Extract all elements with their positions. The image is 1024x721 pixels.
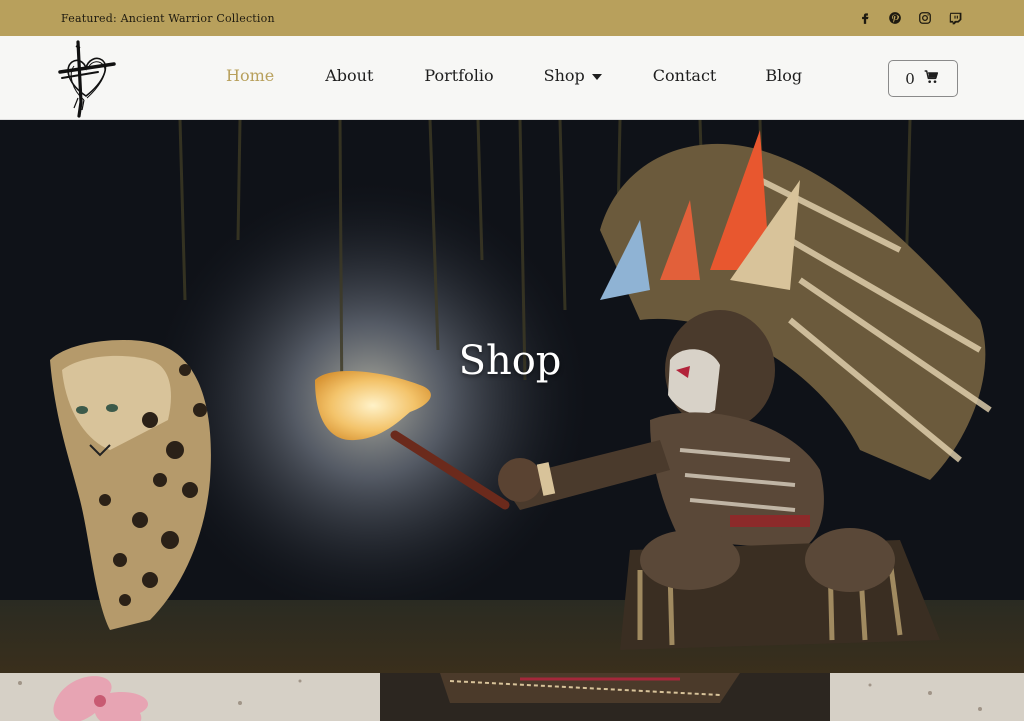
nav-item-about[interactable]: About (325, 66, 373, 85)
site-header: Home About Portfolio Shop Contact Blog 0 (0, 36, 1024, 120)
cart-icon (923, 69, 941, 89)
hero-title: Shop (458, 338, 562, 384)
pinterest-icon[interactable] (887, 11, 902, 26)
instagram-icon[interactable] (917, 11, 932, 26)
nav-item-shop[interactable]: Shop (544, 66, 602, 85)
cart-count: 0 (905, 69, 915, 88)
site-logo[interactable] (54, 38, 118, 118)
hero-painting (0, 120, 1024, 673)
facebook-icon[interactable] (857, 11, 872, 26)
cart-button[interactable]: 0 (888, 60, 958, 97)
section-artwork (0, 673, 1024, 721)
featured-collection-link[interactable]: Featured: Ancient Warrior Collection (61, 12, 275, 25)
nav-item-contact[interactable]: Contact (653, 66, 717, 85)
nav-item-shop-label: Shop (543, 66, 585, 85)
nav-item-portfolio[interactable]: Portfolio (424, 66, 493, 85)
nav-item-home[interactable]: Home (226, 66, 274, 85)
twitch-icon[interactable] (947, 11, 962, 26)
social-links (857, 11, 962, 26)
main-nav: Home About Portfolio Shop Contact Blog (226, 66, 802, 85)
nav-item-blog[interactable]: Blog (765, 66, 802, 85)
chevron-down-icon (591, 73, 602, 80)
hero-banner: Shop (0, 120, 1024, 673)
next-section-preview (0, 673, 1024, 721)
top-promo-bar: Featured: Ancient Warrior Collection (0, 0, 1024, 36)
